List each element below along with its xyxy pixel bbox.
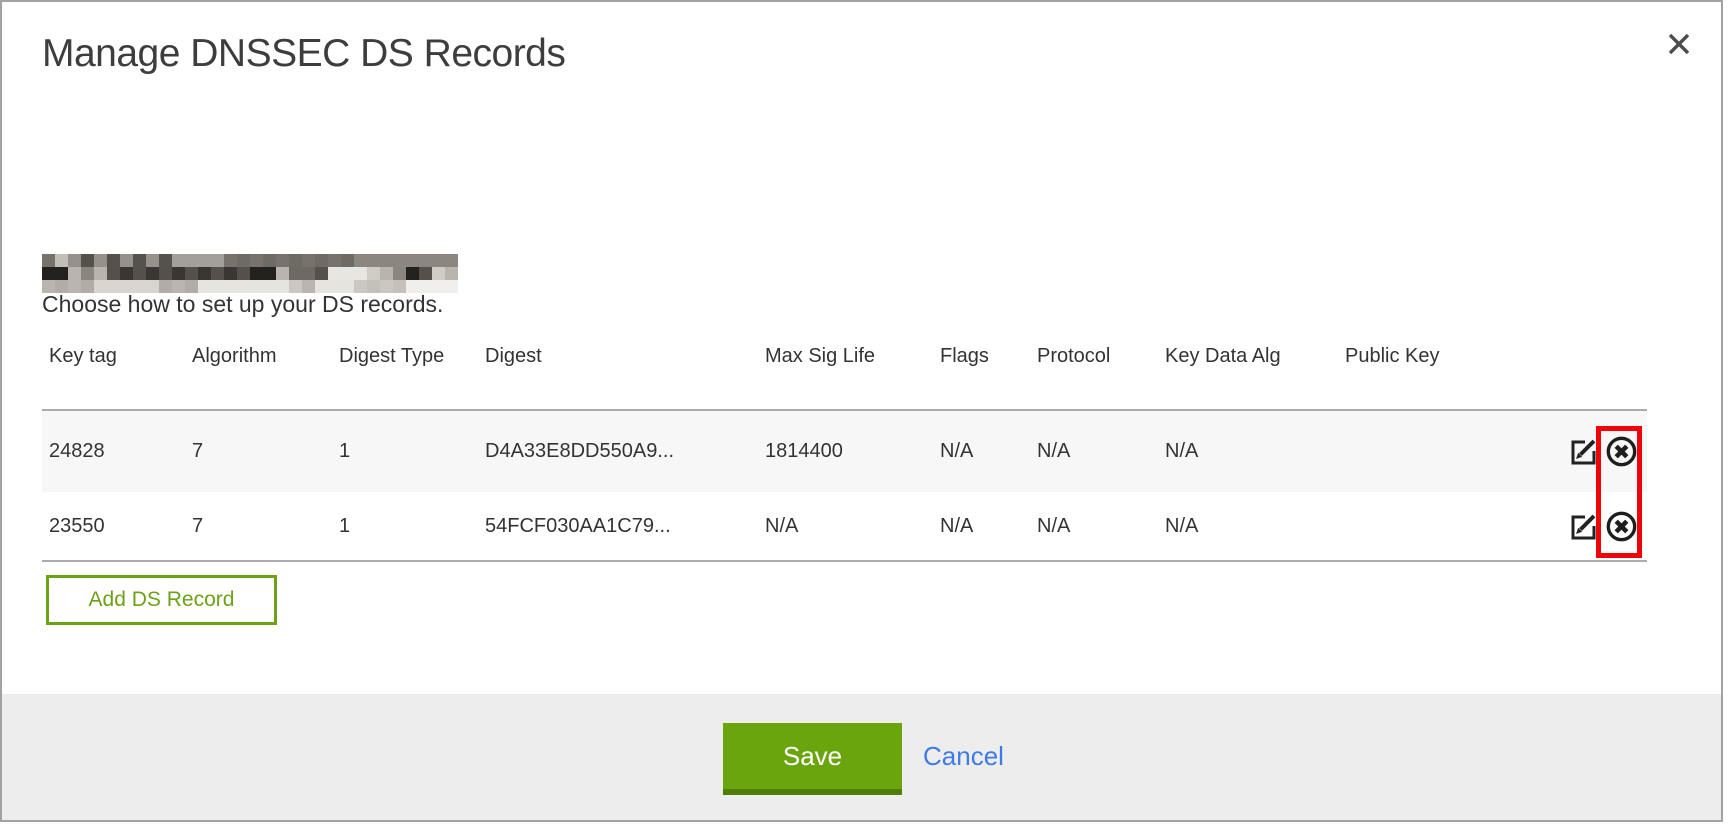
delete-circle-x-icon (1604, 532, 1639, 547)
column-header: Protocol (1030, 339, 1158, 368)
column-header: Key tag (42, 339, 185, 368)
cell-digest: 54FCF030AA1C79... (478, 515, 758, 538)
table-header-row: Key tagAlgorithmDigest TypeDigestMax Sig… (42, 339, 1647, 411)
row-actions (1548, 509, 1647, 544)
cancel-link[interactable]: Cancel (923, 723, 1004, 789)
column-header: Public Key (1338, 339, 1548, 368)
delete-record-button[interactable] (1604, 434, 1639, 469)
instruction-text: Choose how to set up your DS records. (42, 291, 443, 318)
column-header: Flags (933, 339, 1030, 368)
cell-flags: N/A (933, 440, 1030, 463)
cell-protocol: N/A (1030, 515, 1158, 538)
modal-footer: Save Cancel (2, 694, 1721, 821)
table-row: 23550 7 1 54FCF030AA1C79... N/A N/A N/A … (42, 492, 1647, 562)
edit-icon (1567, 456, 1600, 471)
close-icon (1665, 30, 1693, 61)
cell-digest: D4A33E8DD550A9... (478, 440, 758, 463)
cell-protocol: N/A (1030, 440, 1158, 463)
cell-max-sig-life: 1814400 (758, 440, 933, 463)
cell-key-data-alg: N/A (1158, 440, 1338, 463)
close-button[interactable] (1660, 26, 1698, 64)
save-button[interactable]: Save (723, 723, 902, 795)
domain-name-redacted (42, 254, 458, 293)
page-title: Manage DNSSEC DS Records (42, 32, 565, 76)
table-body: 24828 7 1 D4A33E8DD550A9... 1814400 N/A … (42, 411, 1647, 562)
edit-record-button[interactable] (1567, 435, 1600, 468)
delete-record-button[interactable] (1604, 509, 1639, 544)
manage-dnssec-modal: Manage DNSSEC DS Records Choose how to s… (0, 0, 1723, 822)
column-header: Key Data Alg (1158, 339, 1338, 368)
add-ds-record-button[interactable]: Add DS Record (46, 575, 277, 625)
column-header: Algorithm (185, 339, 332, 368)
column-header: Digest Type (332, 339, 478, 368)
cell-digest-type: 1 (332, 515, 478, 538)
ds-records-table: Key tagAlgorithmDigest TypeDigestMax Sig… (42, 339, 1647, 562)
cell-key-data-alg: N/A (1158, 515, 1338, 538)
row-actions (1548, 434, 1647, 469)
table-row: 24828 7 1 D4A33E8DD550A9... 1814400 N/A … (42, 411, 1647, 492)
cell-max-sig-life: N/A (758, 515, 933, 538)
delete-circle-x-icon (1604, 457, 1639, 472)
edit-record-button[interactable] (1567, 510, 1600, 543)
edit-icon (1567, 531, 1600, 546)
cell-algorithm: 7 (185, 515, 332, 538)
column-header: Digest (478, 339, 758, 368)
column-header: Max Sig Life (758, 339, 933, 368)
cell-digest-type: 1 (332, 440, 478, 463)
cell-key-tag: 23550 (42, 515, 185, 538)
cell-flags: N/A (933, 515, 1030, 538)
cell-key-tag: 24828 (42, 440, 185, 463)
cell-algorithm: 7 (185, 440, 332, 463)
